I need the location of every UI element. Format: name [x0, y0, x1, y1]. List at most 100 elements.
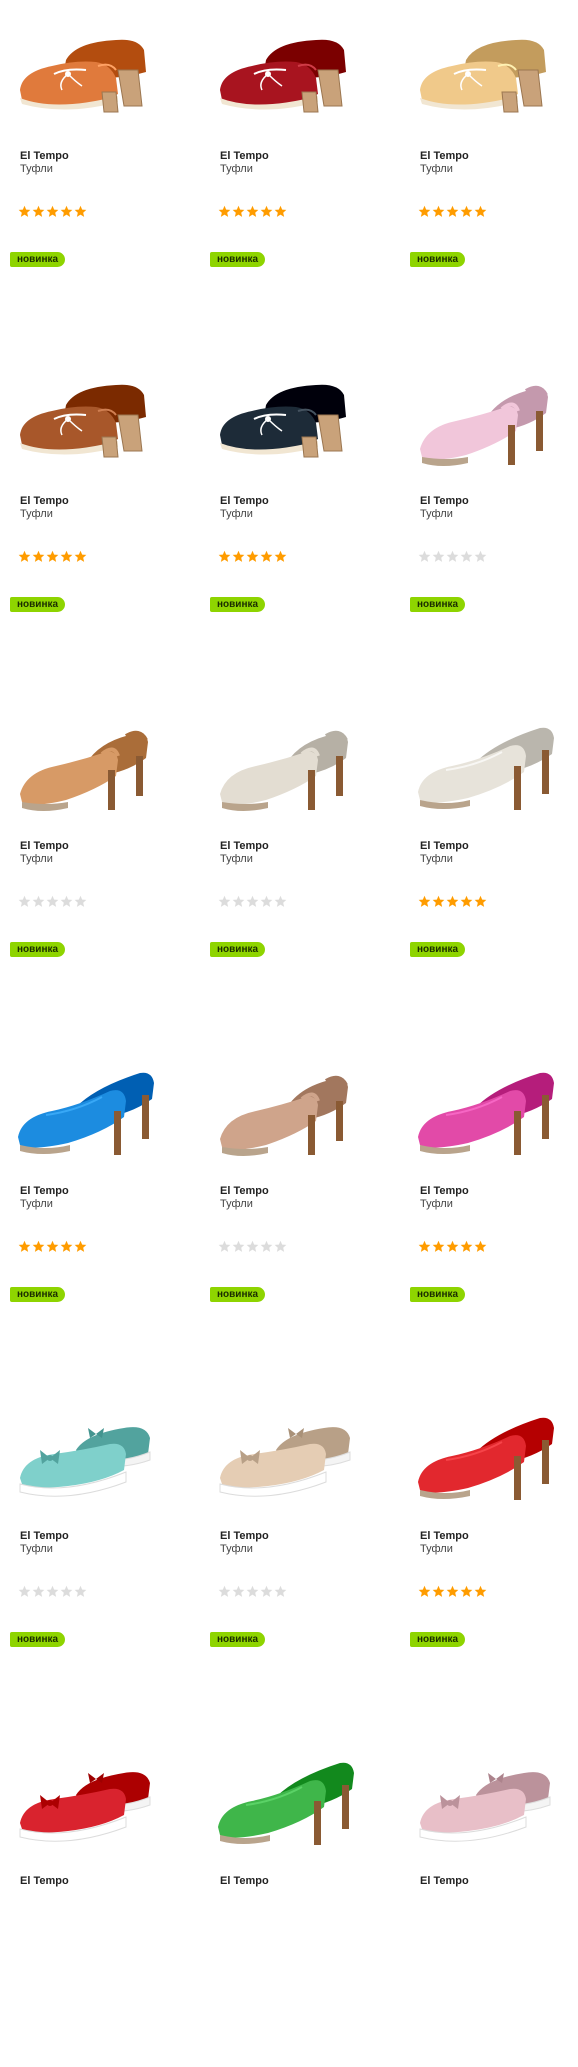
product-image[interactable] — [206, 710, 366, 820]
product-image[interactable] — [206, 1400, 366, 1510]
product-card[interactable]: El Tempo Туфли новинка — [0, 1380, 180, 1722]
rating-stars — [418, 550, 488, 566]
product-brand[interactable]: El Tempo — [220, 495, 269, 507]
star-icon — [246, 1240, 259, 1253]
star-icon — [446, 1585, 459, 1598]
star-icon — [218, 895, 231, 908]
new-badge: новинка — [10, 597, 66, 612]
new-badge: новинка — [210, 1632, 266, 1647]
product-card[interactable]: El Tempo Туфли новинка — [400, 345, 578, 687]
star-icon — [46, 1240, 59, 1253]
star-icon — [260, 205, 273, 218]
star-icon — [418, 895, 431, 908]
product-brand[interactable]: El Tempo — [220, 1875, 269, 1887]
rating-stars — [418, 1585, 488, 1601]
product-brand[interactable]: El Tempo — [220, 1530, 269, 1542]
product-brand[interactable]: El Tempo — [420, 495, 469, 507]
product-image[interactable] — [406, 710, 566, 820]
product-type: Туфли — [20, 853, 53, 865]
product-brand[interactable]: El Tempo — [20, 495, 69, 507]
product-image[interactable] — [406, 20, 566, 130]
product-image[interactable] — [6, 1400, 166, 1510]
product-image[interactable] — [206, 1055, 366, 1165]
product-brand[interactable]: El Tempo — [20, 150, 69, 162]
product-card[interactable]: El Tempo Туфли новинка — [200, 0, 380, 342]
rating-stars — [18, 1240, 88, 1256]
product-card[interactable]: El Tempo Туфли новинка — [400, 690, 578, 1032]
product-card[interactable]: El Tempo Туфли новинка — [400, 0, 578, 342]
product-card[interactable]: El Tempo Туфли новинка — [200, 690, 380, 1032]
product-brand[interactable]: El Tempo — [420, 1530, 469, 1542]
rating-stars — [218, 1240, 288, 1256]
rating-stars — [418, 1240, 488, 1256]
star-icon — [18, 205, 31, 218]
star-icon — [446, 895, 459, 908]
product-image[interactable] — [406, 1745, 566, 1855]
star-icon — [232, 550, 245, 563]
product-type: Туфли — [420, 508, 453, 520]
product-brand[interactable]: El Tempo — [220, 150, 269, 162]
star-icon — [274, 1240, 287, 1253]
product-brand[interactable]: El Tempo — [420, 840, 469, 852]
product-image[interactable] — [206, 1745, 366, 1855]
product-image[interactable] — [6, 710, 166, 820]
product-image[interactable] — [6, 1055, 166, 1165]
product-brand[interactable]: El Tempo — [20, 1875, 69, 1887]
product-card[interactable]: El Tempo — [200, 1725, 380, 2067]
product-image[interactable] — [6, 365, 166, 475]
star-icon — [46, 550, 59, 563]
product-card[interactable]: El Tempo Туфли новинка — [400, 1380, 578, 1722]
product-image[interactable] — [206, 20, 366, 130]
star-icon — [60, 550, 73, 563]
product-brand[interactable]: El Tempo — [420, 150, 469, 162]
product-type: Туфли — [220, 1543, 253, 1555]
star-icon — [474, 1585, 487, 1598]
product-card[interactable]: El Tempo — [400, 1725, 578, 2067]
new-badge: новинка — [210, 942, 266, 957]
product-card[interactable]: El Tempo Туфли новинка — [400, 1035, 578, 1377]
star-icon — [446, 205, 459, 218]
star-icon — [18, 1240, 31, 1253]
star-icon — [274, 895, 287, 908]
product-brand[interactable]: El Tempo — [20, 1530, 69, 1542]
product-type: Туфли — [220, 853, 253, 865]
product-brand[interactable]: El Tempo — [20, 1185, 69, 1197]
product-brand[interactable]: El Tempo — [220, 1185, 269, 1197]
product-image[interactable] — [6, 1745, 166, 1855]
star-icon — [46, 205, 59, 218]
rating-stars — [218, 1585, 288, 1601]
star-icon — [418, 205, 431, 218]
new-badge: новинка — [410, 1632, 466, 1647]
product-card[interactable]: El Tempo Туфли новинка — [200, 1380, 380, 1722]
new-badge: новинка — [10, 942, 66, 957]
product-card[interactable]: El Tempo Туфли новинка — [0, 1035, 180, 1377]
product-image[interactable] — [406, 365, 566, 475]
new-badge: новинка — [410, 1287, 466, 1302]
product-image[interactable] — [6, 20, 166, 130]
product-card[interactable]: El Tempo Туфли новинка — [200, 1035, 380, 1377]
star-icon — [60, 1240, 73, 1253]
product-card[interactable]: El Tempo Туфли новинка — [0, 345, 180, 687]
product-brand[interactable]: El Tempo — [20, 840, 69, 852]
product-type: Туфли — [420, 1543, 453, 1555]
product-brand[interactable]: El Tempo — [220, 840, 269, 852]
product-type: Туфли — [420, 853, 453, 865]
product-card[interactable]: El Tempo — [0, 1725, 180, 2067]
product-card[interactable]: El Tempo Туфли новинка — [0, 0, 180, 342]
product-card[interactable]: El Tempo Туфли новинка — [0, 690, 180, 1032]
product-card[interactable]: El Tempo Туфли новинка — [200, 345, 380, 687]
star-icon — [460, 895, 473, 908]
star-icon — [32, 1585, 45, 1598]
star-icon — [246, 550, 259, 563]
rating-stars — [18, 895, 88, 911]
star-icon — [74, 1240, 87, 1253]
star-icon — [460, 1585, 473, 1598]
new-badge: новинка — [10, 1287, 66, 1302]
product-image[interactable] — [406, 1400, 566, 1510]
product-image[interactable] — [406, 1055, 566, 1165]
star-icon — [46, 1585, 59, 1598]
star-icon — [260, 1585, 273, 1598]
product-brand[interactable]: El Tempo — [420, 1185, 469, 1197]
product-brand[interactable]: El Tempo — [420, 1875, 469, 1887]
product-image[interactable] — [206, 365, 366, 475]
